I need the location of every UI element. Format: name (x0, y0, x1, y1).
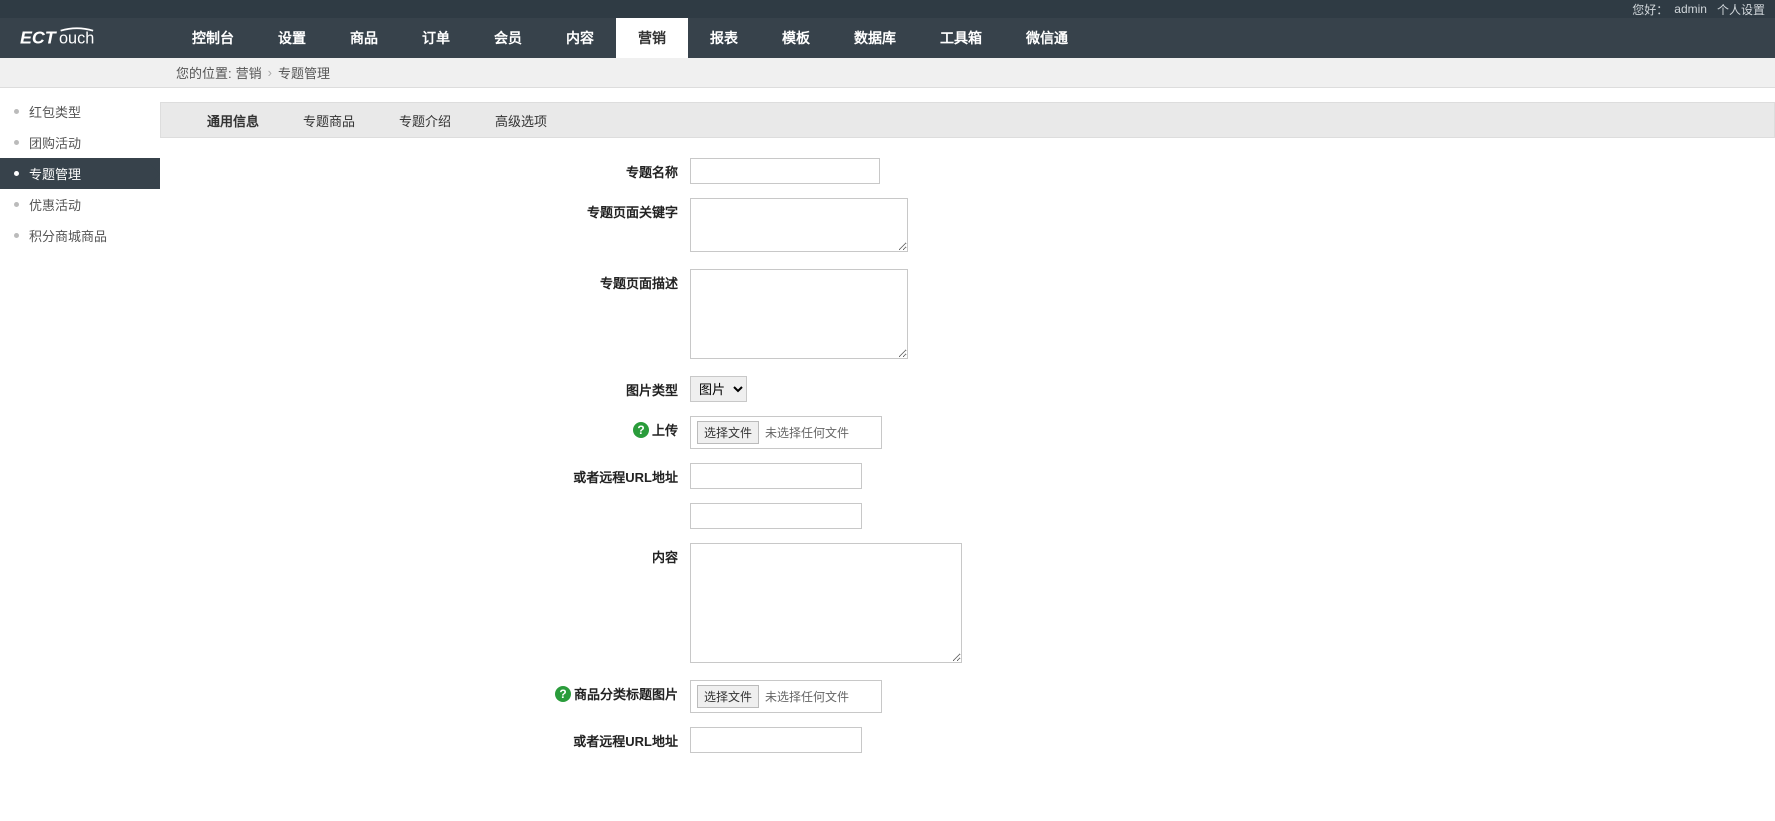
input-topic-name[interactable] (690, 158, 880, 184)
bullet-icon (14, 233, 19, 238)
label-keywords: 专题页面关键字 (160, 198, 690, 221)
label-remote-url: 或者远程URL地址 (160, 463, 690, 486)
nav-item[interactable]: 数据库 (832, 18, 918, 58)
nav-item[interactable]: 会员 (472, 18, 544, 58)
tab[interactable]: 通用信息 (185, 103, 281, 137)
form: 专题名称 专题页面关键字 专题页面描述 图片类型 图片 (160, 138, 1775, 787)
breadcrumb: 您的位置: 营销 › 专题管理 (0, 58, 1775, 88)
nav-item[interactable]: 控制台 (170, 18, 256, 58)
file-choose-button[interactable]: 选择文件 (697, 421, 759, 444)
sidebar-item[interactable]: 红包类型 (0, 96, 160, 127)
tab-bar: 通用信息专题商品专题介绍高级选项 (160, 102, 1775, 138)
bullet-icon (14, 171, 19, 176)
logo[interactable]: ECTouch (0, 25, 170, 51)
breadcrumb-sep: › (268, 65, 272, 80)
label-upload: 上传 (652, 420, 678, 439)
textarea-keywords[interactable] (690, 198, 908, 252)
file-choose-button[interactable]: 选择文件 (697, 685, 759, 708)
nav-item[interactable]: 商品 (328, 18, 400, 58)
sidebar-item[interactable]: 团购活动 (0, 127, 160, 158)
breadcrumb-seg-0[interactable]: 营销 (236, 63, 262, 82)
nav-item[interactable]: 订单 (400, 18, 472, 58)
sidebar-item[interactable]: 优惠活动 (0, 189, 160, 220)
sidebar-item-label: 积分商城商品 (29, 226, 107, 245)
label-topic-name: 专题名称 (160, 158, 690, 181)
sidebar-item-label: 红包类型 (29, 102, 81, 121)
label-page-desc: 专题页面描述 (160, 269, 690, 292)
sidebar-item[interactable]: 专题管理 (0, 158, 160, 189)
main-nav: 控制台设置商品订单会员内容营销报表模板数据库工具箱微信通 (170, 18, 1090, 58)
file-none-text: 未选择任何文件 (765, 688, 849, 705)
label-remote-url-2: 或者远程URL地址 (160, 727, 690, 750)
nav-item[interactable]: 模板 (760, 18, 832, 58)
header: ECTouch 控制台设置商品订单会员内容营销报表模板数据库工具箱微信通 (0, 18, 1775, 58)
file-none-text: 未选择任何文件 (765, 424, 849, 441)
label-content: 内容 (160, 543, 690, 566)
file-upload-cat[interactable]: 选择文件 未选择任何文件 (690, 680, 882, 713)
input-remote-url[interactable] (690, 463, 862, 489)
sidebar-item-label: 团购活动 (29, 133, 81, 152)
bullet-icon (14, 202, 19, 207)
nav-item[interactable]: 设置 (256, 18, 328, 58)
nav-item[interactable]: 报表 (688, 18, 760, 58)
input-remote-url-2[interactable] (690, 727, 862, 753)
top-user-bar: 您好： admin 个人设置 (0, 0, 1775, 18)
tab[interactable]: 高级选项 (473, 103, 569, 137)
textarea-page-desc[interactable] (690, 269, 908, 359)
select-pic-type[interactable]: 图片 (690, 376, 747, 402)
sidebar-item[interactable]: 积分商城商品 (0, 220, 160, 251)
bullet-icon (14, 109, 19, 114)
svg-text:ouch: ouch (59, 30, 94, 48)
svg-text:ECT: ECT (20, 28, 58, 48)
greeting-text: 您好： (1632, 1, 1668, 18)
help-icon[interactable]: ? (633, 422, 649, 438)
breadcrumb-prefix: 您的位置: (176, 63, 232, 82)
sidebar-item-label: 专题管理 (29, 164, 81, 183)
textarea-content[interactable] (690, 543, 962, 663)
file-upload[interactable]: 选择文件 未选择任何文件 (690, 416, 882, 449)
help-icon[interactable]: ? (555, 686, 571, 702)
label-pic-type: 图片类型 (160, 376, 690, 399)
personal-settings-link[interactable]: 个人设置 (1717, 1, 1765, 18)
bullet-icon (14, 140, 19, 145)
nav-item[interactable]: 内容 (544, 18, 616, 58)
nav-item[interactable]: 微信通 (1004, 18, 1090, 58)
main-content: 通用信息专题商品专题介绍高级选项 专题名称 专题页面关键字 专题页面描述 图片类… (160, 88, 1775, 787)
sidebar: 红包类型团购活动专题管理优惠活动积分商城商品 (0, 88, 160, 787)
nav-item[interactable]: 工具箱 (918, 18, 1004, 58)
tab[interactable]: 专题介绍 (377, 103, 473, 137)
label-cat-pic: 商品分类标题图片 (574, 684, 678, 703)
breadcrumb-seg-1[interactable]: 专题管理 (278, 63, 330, 82)
sidebar-item-label: 优惠活动 (29, 195, 81, 214)
tab[interactable]: 专题商品 (281, 103, 377, 137)
user-name: admin (1674, 2, 1707, 16)
nav-item[interactable]: 营销 (616, 18, 688, 58)
input-extra[interactable] (690, 503, 862, 529)
